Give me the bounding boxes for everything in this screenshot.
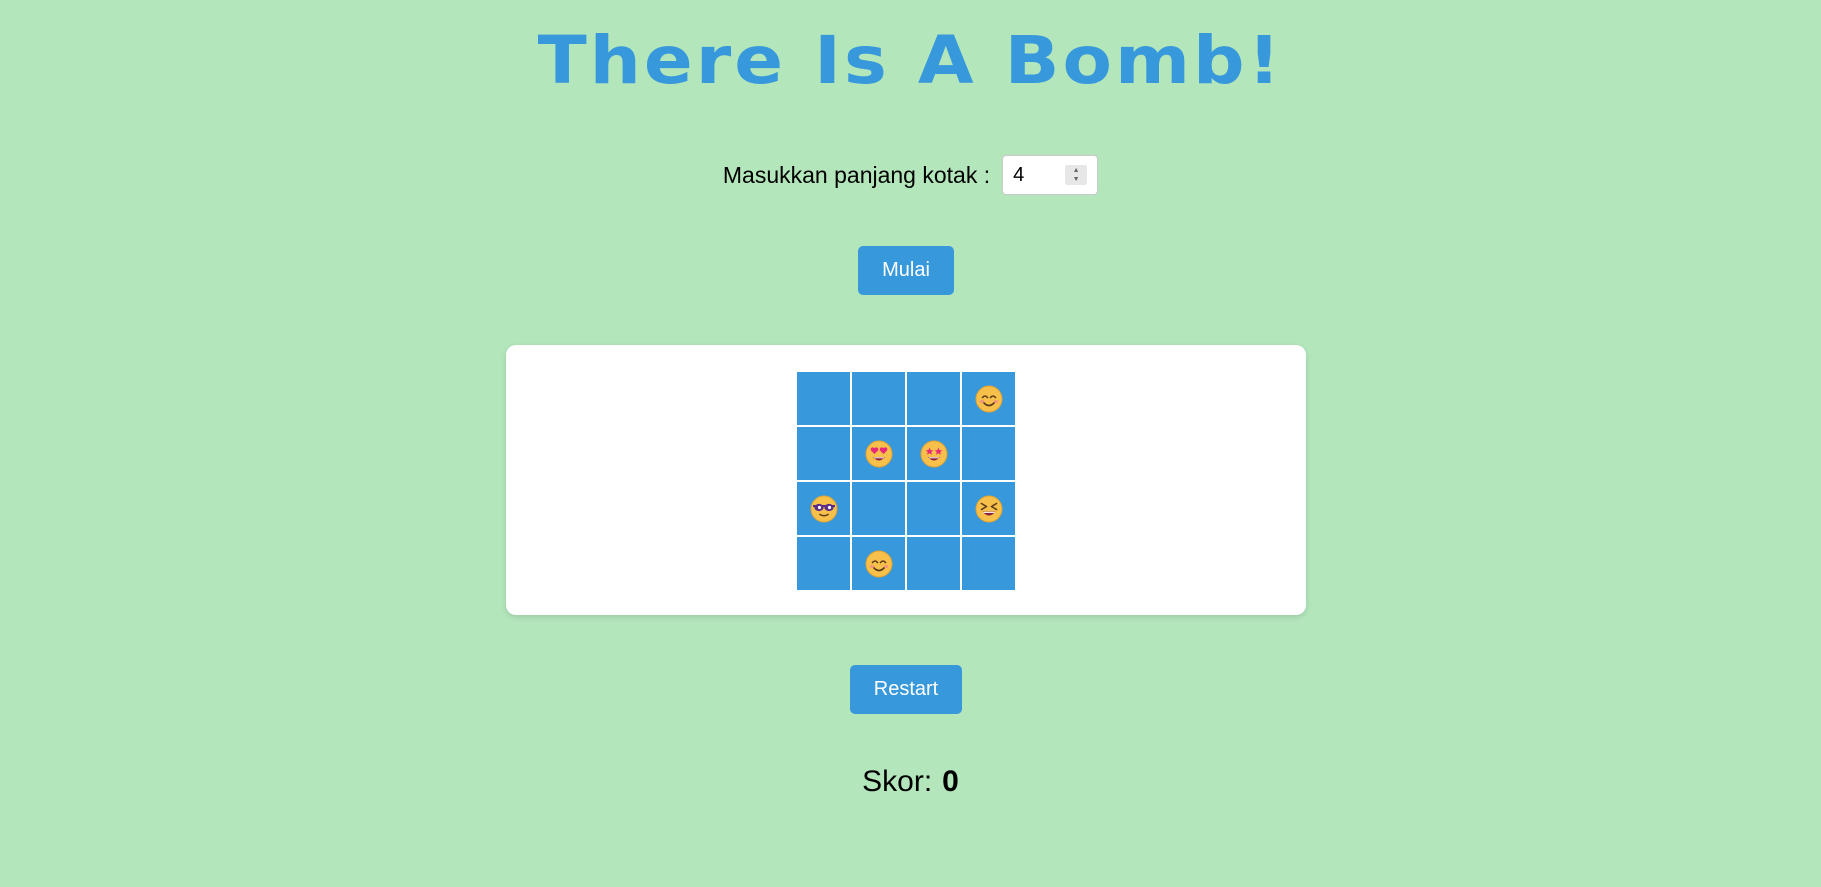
grid-cell[interactable] bbox=[962, 427, 1015, 480]
heart-eyes-icon bbox=[865, 440, 892, 467]
grid-cell[interactable] bbox=[852, 537, 905, 590]
grid-cell[interactable] bbox=[797, 372, 850, 425]
grid-cell[interactable] bbox=[907, 537, 960, 590]
start-button[interactable]: Mulai bbox=[858, 246, 954, 295]
score-display: Skor: 0 bbox=[0, 765, 1821, 799]
chevron-up-icon[interactable]: ▲ bbox=[1073, 166, 1080, 175]
board-size-label: Masukkan panjang kotak : bbox=[722, 161, 991, 188]
grid-cell[interactable] bbox=[852, 427, 905, 480]
grid-cell[interactable] bbox=[797, 537, 850, 590]
laughing-face-icon bbox=[975, 495, 1002, 522]
grid-cell[interactable] bbox=[962, 482, 1015, 535]
number-spinner[interactable]: ▲ ▼ bbox=[1065, 165, 1088, 185]
grid-cell[interactable] bbox=[962, 372, 1015, 425]
grid-cell[interactable] bbox=[907, 427, 960, 480]
star-struck-icon bbox=[920, 440, 947, 467]
cool-glasses-icon bbox=[810, 495, 837, 522]
grid-cell[interactable] bbox=[797, 427, 850, 480]
grid-cell[interactable] bbox=[962, 537, 1015, 590]
smiling-face-icon bbox=[865, 550, 892, 577]
grid-cell[interactable] bbox=[907, 372, 960, 425]
board-size-row: Masukkan panjang kotak : ▲ ▼ bbox=[0, 155, 1821, 195]
smiling-face-icon bbox=[975, 385, 1002, 412]
grid-cell[interactable] bbox=[797, 482, 850, 535]
board-size-input-box[interactable]: ▲ ▼ bbox=[1002, 155, 1099, 195]
score-value: 0 bbox=[942, 765, 959, 798]
game-title: There Is A Bomb! bbox=[537, 21, 1284, 99]
game-grid bbox=[797, 372, 1015, 590]
grid-cell[interactable] bbox=[852, 482, 905, 535]
chevron-down-icon[interactable]: ▼ bbox=[1073, 175, 1080, 184]
restart-button[interactable]: Restart bbox=[850, 665, 962, 714]
board-card bbox=[506, 345, 1306, 615]
grid-cell[interactable] bbox=[907, 482, 960, 535]
score-label: Skor: bbox=[862, 765, 933, 798]
grid-cell[interactable] bbox=[852, 372, 905, 425]
